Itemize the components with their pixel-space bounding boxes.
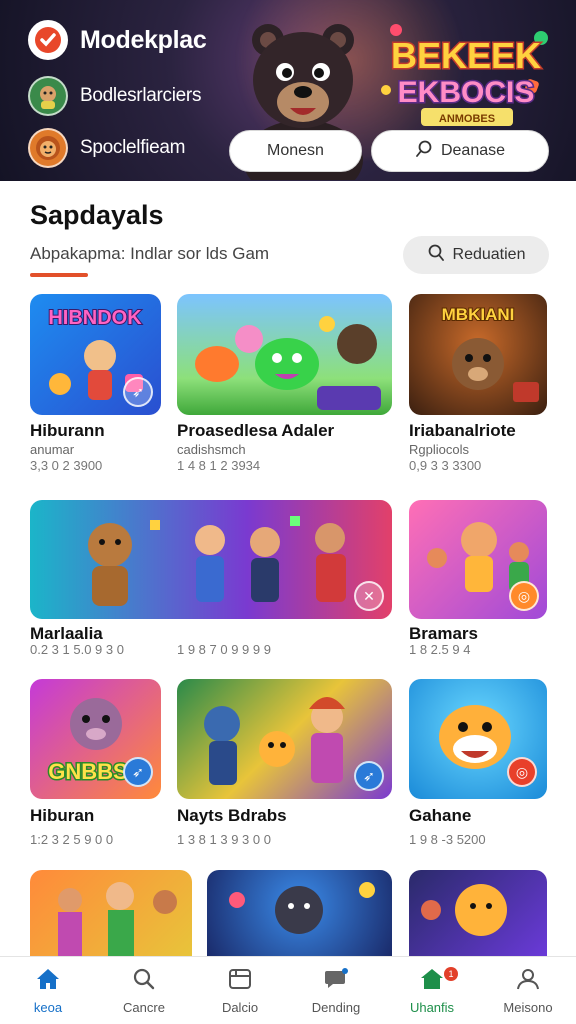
tile-title: Gahane bbox=[409, 806, 472, 825]
game-tile[interactable] bbox=[207, 870, 392, 956]
home-icon bbox=[35, 967, 61, 996]
nav-label: keoa bbox=[33, 999, 63, 1015]
game-art: MBKIANI bbox=[441, 304, 539, 402]
tile-count: 1 3 8 1 3 9 3 0 0 bbox=[177, 832, 271, 847]
tile-count: 0,9 3 3 3300 bbox=[409, 458, 482, 473]
banner-title-line1: BEKEEK bbox=[391, 35, 541, 76]
play-icon[interactable]: ➶ bbox=[123, 377, 153, 407]
nav-label: Uhanfis bbox=[409, 999, 455, 1015]
tile-count: 1 4 8 1 2 3934 bbox=[177, 458, 261, 473]
lion-avatar-icon bbox=[28, 128, 68, 168]
banner-title-line2: EKBOCIS bbox=[398, 76, 535, 109]
tile-count: 3,3 0 2 3900 bbox=[30, 458, 103, 473]
profile-icon bbox=[515, 967, 541, 996]
game-tile[interactable]: ◎ bbox=[409, 679, 547, 799]
play-icon[interactable]: ➶ bbox=[123, 757, 153, 787]
notification-badge: 1 bbox=[444, 967, 458, 981]
game-art bbox=[88, 516, 346, 606]
game-tile[interactable] bbox=[30, 870, 192, 956]
search-icon bbox=[427, 244, 445, 267]
game-tile[interactable]: ◎ bbox=[409, 500, 547, 619]
nav-search[interactable]: Cancre bbox=[96, 957, 192, 1024]
search-pill-button[interactable]: Deanase bbox=[371, 130, 549, 172]
nav-profile[interactable]: Meisono bbox=[480, 957, 576, 1024]
app-name: Spoclelfieam bbox=[80, 137, 186, 158]
filter-button[interactable]: Reduatien bbox=[403, 236, 549, 274]
character-avatar-icon bbox=[28, 76, 68, 116]
nav-label: Dalcio bbox=[221, 999, 259, 1015]
tile-count: 1 9 8 7 0 9 9 9 9 bbox=[177, 642, 271, 657]
app-entry-third[interactable]: Spoclelfieam bbox=[28, 128, 185, 168]
nav-label: Dending bbox=[311, 999, 361, 1015]
game-tile[interactable]: MBKIANI bbox=[409, 294, 547, 415]
play-icon[interactable]: ◎ bbox=[509, 581, 539, 611]
tile-meta: cadishsmch bbox=[177, 442, 246, 457]
tile-title: Proasedlesa Adaler bbox=[177, 421, 335, 440]
tile-title: Iriabanalriote bbox=[409, 421, 516, 440]
pill-button-left[interactable]: Monesn bbox=[229, 130, 362, 172]
game-tile[interactable]: GNBBS ➶ bbox=[30, 679, 161, 799]
nav-store[interactable]: 1 Uhanfis bbox=[384, 957, 480, 1024]
tile-title: Bramars bbox=[409, 624, 478, 643]
game-tile[interactable] bbox=[177, 294, 392, 415]
game-logo-illustration: BEKEEK EKBOCIS ANMOBES bbox=[381, 24, 548, 126]
game-tile[interactable]: HIBNDOK ➶ bbox=[30, 294, 161, 415]
search-icon bbox=[415, 140, 433, 163]
nav-library[interactable]: Dalcio bbox=[192, 957, 288, 1024]
tile-count: 1 9 8 -3 5200 bbox=[409, 832, 486, 847]
game-art bbox=[229, 882, 375, 934]
tile-count: 0.2 3 1 5.0 9 3 0 bbox=[30, 642, 124, 657]
app-name: Modekplac bbox=[80, 25, 207, 54]
library-icon bbox=[227, 967, 253, 996]
bottom-navigation: keoa Cancre Dalcio Dending 1 Uhanfis Mei… bbox=[0, 956, 576, 1024]
nav-label: Cancre bbox=[123, 999, 165, 1015]
tile-title: Nayts Bdrabs bbox=[177, 806, 287, 825]
game-art bbox=[195, 316, 381, 410]
tile-meta: anumar bbox=[30, 442, 75, 457]
tile-title: Hiburann bbox=[30, 421, 105, 440]
banner-subtitle: ANMOBES bbox=[439, 113, 495, 125]
game-tile-wide[interactable]: ✕ bbox=[30, 500, 392, 619]
nav-label: Meisono bbox=[503, 999, 553, 1015]
section-subtitle: Abpakapma: Indlar sor lds Gam bbox=[30, 244, 270, 263]
app-entry-second[interactable]: Bodlesrlarciers bbox=[28, 76, 201, 116]
pill-right-label: Deanase bbox=[440, 142, 506, 159]
nav-chat[interactable]: Dending bbox=[288, 957, 384, 1024]
search-icon bbox=[131, 967, 157, 996]
tile-title: Hiburan bbox=[30, 806, 95, 825]
filter-label: Reduatien bbox=[452, 246, 526, 263]
tile-count: 1 8 2.5 9 4 bbox=[409, 642, 471, 657]
pill-left-label: Monesn bbox=[267, 142, 324, 159]
store-icon bbox=[419, 967, 445, 996]
play-icon[interactable]: ✕ bbox=[354, 581, 384, 611]
play-icon[interactable]: ◎ bbox=[507, 757, 537, 787]
tile-art-text: HIBNDOK bbox=[48, 307, 142, 329]
app-name: Bodlesrlarciers bbox=[80, 85, 202, 106]
tile-count: 1:2 3 2 5 9 0 0 bbox=[30, 832, 114, 847]
app-entry-primary[interactable]: Modekplac bbox=[28, 20, 207, 60]
tile-art-text: GNBBS bbox=[48, 759, 127, 784]
game-tile[interactable]: ➶ bbox=[177, 679, 392, 799]
chat-icon bbox=[323, 967, 349, 996]
game-art bbox=[421, 884, 507, 936]
nav-home[interactable]: keoa bbox=[0, 957, 96, 1024]
game-tile[interactable] bbox=[409, 870, 547, 956]
tile-title: Marlaalia bbox=[30, 624, 103, 643]
play-icon[interactable]: ➶ bbox=[354, 761, 384, 791]
section-title: Sapdayals bbox=[30, 200, 164, 230]
check-badge-icon bbox=[28, 20, 68, 60]
tile-meta: Rgpliocols bbox=[409, 442, 469, 457]
tile-art-text: MBKIANI bbox=[442, 305, 515, 324]
tab-underline bbox=[30, 273, 88, 277]
game-art bbox=[58, 882, 177, 956]
header-banner: Modekplac Bodlesrlarciers Spoclelfieam B… bbox=[0, 0, 576, 181]
app-screen: Modekplac Bodlesrlarciers Spoclelfieam B… bbox=[0, 0, 576, 1024]
